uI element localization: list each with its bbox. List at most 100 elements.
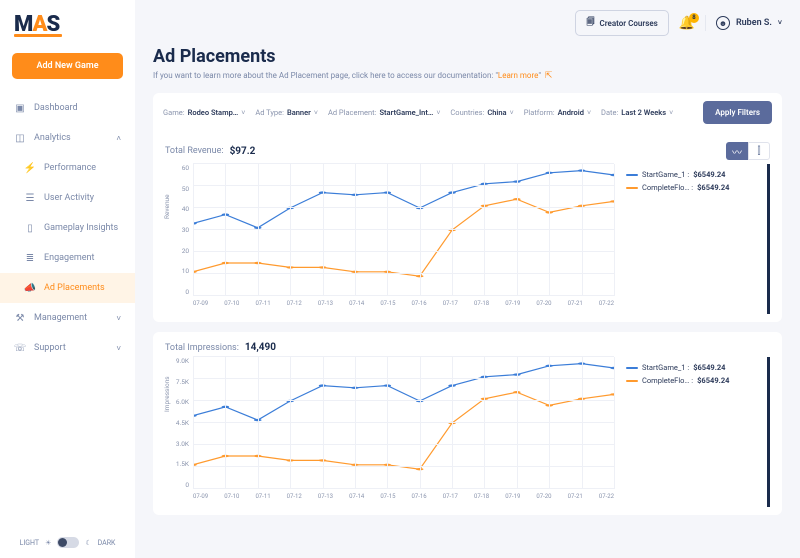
- divider: [705, 15, 706, 31]
- grid-vline: [549, 357, 550, 489]
- x-tick: 07-09: [193, 493, 208, 507]
- x-tick: 07-15: [380, 493, 395, 507]
- nav-label: Gameplay Insights: [44, 223, 118, 233]
- chart-wrap: 9.0K7.5K6.0K4.5K3.0K1.5K0Impressions07-0…: [165, 357, 770, 507]
- grid-line: [193, 488, 614, 489]
- creator-courses-button[interactable]: 🗐 Creator Courses: [575, 10, 668, 36]
- grid-vline: [323, 164, 324, 296]
- grid-vline: [387, 357, 388, 489]
- impressions-card: Total Impressions: 14,490 9.0K7.5K6.0K4.…: [153, 332, 782, 515]
- notifications-button[interactable]: 🔔 8: [679, 16, 695, 31]
- grid-vline: [614, 357, 615, 489]
- filter-platform[interactable]: Platform: Android ˅: [524, 108, 591, 117]
- y-axis-label: Revenue: [163, 194, 171, 219]
- filter-value: Rodeo Stamp…: [188, 108, 239, 117]
- grid-line: [193, 229, 614, 230]
- legend-value: $6549.24: [693, 363, 725, 372]
- y-tick: 9.0K: [176, 357, 189, 365]
- y-tick: 3.0K: [176, 440, 189, 448]
- filter-bar: Game: Rodeo Stamp… ˅ Ad Type: Banner ˅ A…: [153, 93, 782, 132]
- grid-vline: [549, 164, 550, 296]
- y-tick: 7.5K: [176, 378, 189, 386]
- toggle-pill[interactable]: [57, 537, 79, 548]
- theme-toggle[interactable]: LIGHT ☀ ☾ DARK: [0, 527, 135, 558]
- filter-countries[interactable]: Countries: China ˅: [450, 108, 513, 117]
- nav-support[interactable]: ☏ Support ˅: [0, 333, 135, 363]
- grid-vline: [355, 357, 356, 489]
- nav-engagement[interactable]: ≣ Engagement: [0, 243, 135, 273]
- y-tick: 40: [182, 205, 189, 213]
- nav-performance[interactable]: ⚡ Performance: [0, 153, 135, 183]
- apply-filters-button[interactable]: Apply Filters: [703, 101, 772, 124]
- nav-label: Analytics: [34, 133, 71, 143]
- grid-line: [193, 273, 614, 274]
- page-subtitle: If you want to learn more about the Ad P…: [153, 71, 782, 81]
- filter-label: Ad Placement:: [328, 108, 377, 117]
- dashboard-icon: ▣: [14, 102, 26, 114]
- x-tick: 07-20: [536, 493, 551, 507]
- grid-vline: [484, 164, 485, 296]
- grid-vline: [193, 164, 194, 296]
- toggle-knob: [58, 538, 67, 547]
- learn-more-link[interactable]: Learn more: [498, 71, 538, 80]
- plot-area: [193, 164, 614, 296]
- chart-series: [193, 364, 614, 420]
- filter-label: Game:: [163, 108, 185, 117]
- x-tick: 07-22: [599, 300, 614, 314]
- chevron-down-icon: ˅: [241, 109, 245, 117]
- x-tick: 07-21: [568, 300, 583, 314]
- filter-game[interactable]: Game: Rodeo Stamp… ˅: [163, 108, 245, 117]
- filter-label: Platform:: [524, 108, 555, 117]
- grid-line: [193, 207, 614, 208]
- nav-label: Management: [34, 313, 87, 323]
- grid-vline: [355, 164, 356, 296]
- legend-name: CompleteFlo… :: [642, 183, 693, 192]
- chevron-down-icon: ˅: [778, 19, 782, 27]
- x-axis: 07-0907-1007-1107-1207-1307-1407-1507-16…: [193, 300, 614, 314]
- grid-line: [193, 251, 614, 252]
- user-activity-icon: ☰: [24, 192, 36, 204]
- gameplay-icon: ▯: [24, 222, 36, 234]
- grid-vline: [517, 357, 518, 489]
- grid-line: [193, 185, 614, 186]
- nav-label: Performance: [44, 163, 96, 173]
- moon-icon: ☾: [85, 539, 91, 547]
- line-chart-toggle[interactable]: 〰: [726, 142, 748, 160]
- grid-vline: [420, 357, 421, 489]
- x-tick: 07-13: [318, 493, 333, 507]
- nav-dashboard[interactable]: ▣ Dashboard: [0, 93, 135, 123]
- management-icon: ⚒: [14, 312, 26, 324]
- legend-name: StartGame_1 :: [642, 363, 689, 372]
- grid-vline: [323, 357, 324, 489]
- logo-a: A: [32, 12, 46, 37]
- legend-name: StartGame_1 :: [642, 170, 689, 179]
- metric-label: Total Revenue:: [165, 146, 224, 156]
- chevron-down-icon: ˅: [116, 344, 121, 353]
- x-axis: 07-0907-1007-1107-1207-1307-1407-1507-16…: [193, 493, 614, 507]
- grid-line: [193, 422, 614, 423]
- bar-chart-toggle[interactable]: ⫿: [748, 142, 770, 160]
- nav-label: Ad Placements: [44, 283, 105, 293]
- chart-series: [193, 199, 614, 276]
- filter-label: Date:: [601, 108, 618, 117]
- y-tick: 50: [182, 185, 189, 193]
- legend-swatch: [626, 174, 638, 176]
- x-tick: 07-14: [349, 493, 364, 507]
- add-new-game-button[interactable]: Add New Game: [12, 53, 123, 79]
- grid-vline: [387, 164, 388, 296]
- nav-analytics[interactable]: ◫ Analytics ˄: [0, 123, 135, 153]
- nav-management[interactable]: ⚒ Management ˅: [0, 303, 135, 333]
- logo-m: M: [14, 12, 32, 37]
- x-tick: 07-16: [412, 493, 427, 507]
- user-menu[interactable]: ☻ Ruben S. ˅: [716, 16, 782, 30]
- nav-user-activity[interactable]: ☰ User Activity: [0, 183, 135, 213]
- chevron-down-icon: ˅: [510, 109, 514, 117]
- filter-ad-type[interactable]: Ad Type: Banner ˅: [255, 108, 318, 117]
- nav-ad-placements[interactable]: 📣 Ad Placements: [0, 273, 135, 303]
- legend-item: StartGame_1 : $6549.24: [626, 361, 759, 374]
- y-tick: 1.5K: [176, 460, 189, 468]
- nav-gameplay-insights[interactable]: ▯ Gameplay Insights: [0, 213, 135, 243]
- filter-date[interactable]: Date: Last 2 Weeks ˅: [601, 108, 673, 117]
- filter-value: Last 2 Weeks: [621, 108, 666, 117]
- filter-ad-placement[interactable]: Ad Placement: StartGame_Int… ˅: [328, 108, 440, 117]
